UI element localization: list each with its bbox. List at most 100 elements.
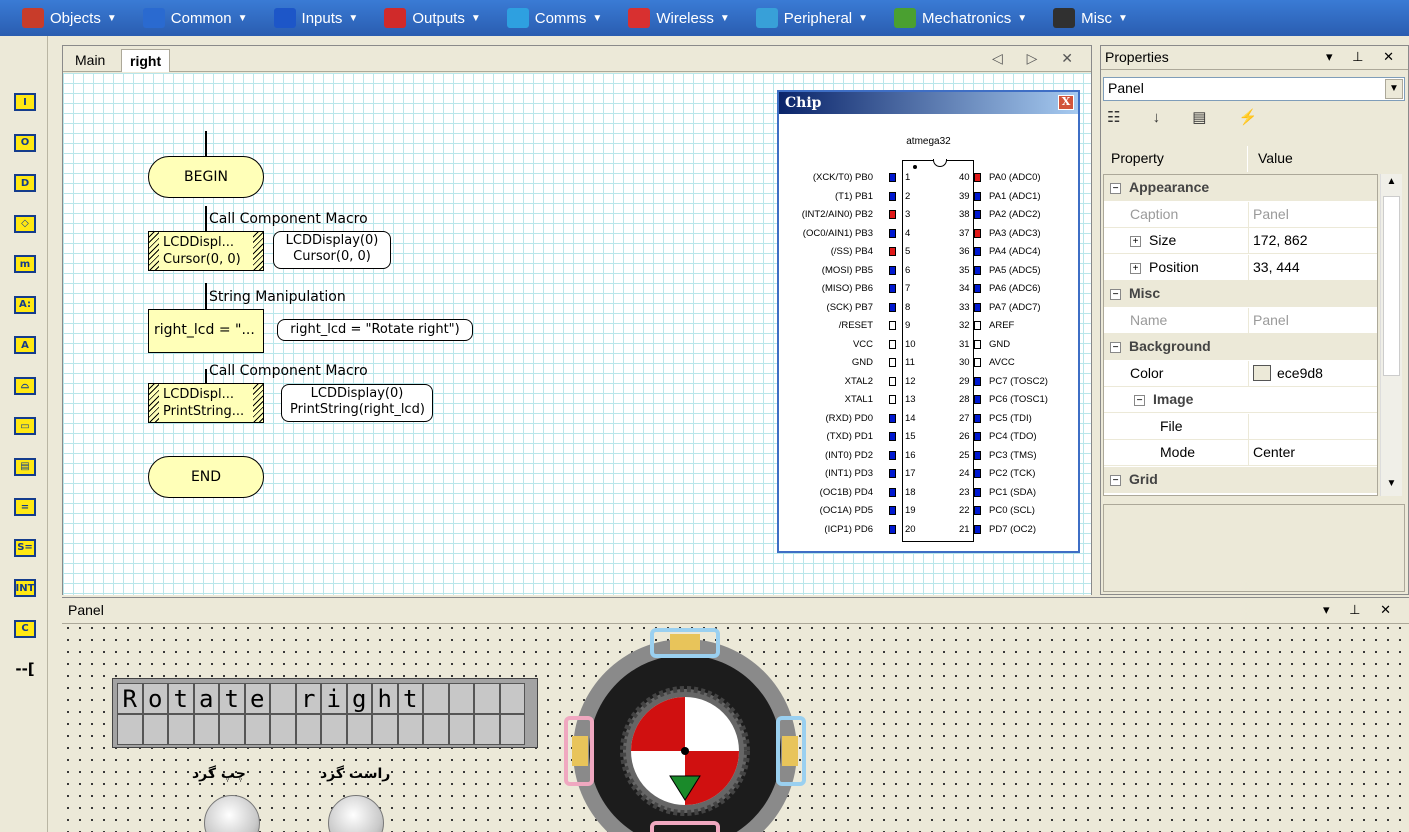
toolbar-menu-peripheral[interactable]: Peripheral ▼ <box>744 0 880 36</box>
property-grid-scrollbar[interactable]: ▲ ▼ <box>1380 174 1402 496</box>
chip-pin-9[interactable]: /RESET 9 <box>779 320 911 332</box>
expand-icon[interactable]: + <box>1130 236 1141 247</box>
property-row-file[interactable]: File <box>1104 413 1377 440</box>
chip-window[interactable]: Chip X atmega32 (XCK/T0) PB0 1 (T1) PB1 2 (I… <box>777 90 1080 553</box>
output-tool-icon[interactable]: O <box>12 131 38 155</box>
collapse-icon[interactable]: − <box>1110 183 1121 194</box>
property-row-position[interactable]: + Position 33, 444 <box>1104 254 1377 281</box>
chip-pin-8[interactable]: (SCK) PB7 8 <box>779 302 911 314</box>
property-value[interactable]: ece9d8 <box>1277 365 1323 381</box>
chip-pin-24[interactable]: 24 PC2 (TCK) <box>959 468 1077 480</box>
expand-icon[interactable]: + <box>1130 262 1141 274</box>
chip-pin-17[interactable]: (INT1) PD3 17 <box>779 468 916 480</box>
string-manipulation-icon[interactable]: right_lcd = "... <box>148 309 264 353</box>
pane-controls[interactable]: ▾ ⊥ ✕ <box>1323 602 1399 618</box>
chip-pin-27[interactable]: 27 PC5 (TDI) <box>959 413 1077 425</box>
chip-pin-31[interactable]: 31 GND <box>959 339 1077 351</box>
end-terminator[interactable]: END <box>148 456 264 498</box>
close-icon[interactable]: X <box>1058 95 1074 110</box>
property-row-size[interactable]: + Size 172, 862 <box>1104 228 1377 254</box>
input-tool-icon[interactable]: I <box>12 90 38 114</box>
chip-pin-5[interactable]: (/SS) PB4 5 <box>779 246 911 258</box>
chip-pin-23[interactable]: 23 PC1 (SDA) <box>959 487 1077 499</box>
chip-pin-25[interactable]: 25 PC3 (TMS) <box>959 450 1077 462</box>
toolbar-menu-wireless[interactable]: Wireless ▼ <box>616 0 741 36</box>
chip-pin-12[interactable]: XTAL2 12 <box>779 376 916 388</box>
scroll-up-icon[interactable]: ▲ <box>1383 176 1400 192</box>
property-row-name[interactable]: Name Panel <box>1104 307 1377 334</box>
stepper-motor-icon[interactable] <box>564 618 814 832</box>
property-value[interactable]: 33, 444 <box>1253 259 1300 275</box>
chip-pin-18[interactable]: (OC1B) PD4 18 <box>779 487 916 499</box>
color-swatch[interactable] <box>1253 364 1271 381</box>
property-row-color[interactable]: Color ece9d8 <box>1104 360 1377 387</box>
property-row-mode[interactable]: Mode Center <box>1104 440 1377 466</box>
component-macro-icon[interactable]: LCDDispl... PrintString... <box>148 383 264 423</box>
toolbar-menu-common[interactable]: Common ▼ <box>131 0 260 36</box>
jump-tool-icon[interactable]: A <box>12 333 38 357</box>
c-code-tool-icon[interactable]: C <box>12 617 38 641</box>
chip-pin-36[interactable]: 36 PA4 (ADC4) <box>959 246 1077 258</box>
chip-pin-21[interactable]: 21 PD7 (OC2) <box>959 524 1077 536</box>
chip-pin-15[interactable]: (TXD) PD1 15 <box>779 431 916 443</box>
property-value[interactable]: 172, 862 <box>1253 232 1308 248</box>
chip-pin-40[interactable]: 40 PA0 (ADC0) <box>959 172 1077 184</box>
property-row-grid[interactable]: − Grid <box>1104 466 1377 493</box>
properties-toolbar[interactable]: ☷ ↓ ▤ ⚡ <box>1107 108 1271 134</box>
property-value[interactable]: Panel <box>1253 312 1289 328</box>
toolbar-menu-objects[interactable]: Objects ▼ <box>10 0 129 36</box>
tab-main[interactable]: Main <box>67 49 113 72</box>
tab-right[interactable]: right <box>121 49 171 72</box>
property-row-appearance[interactable]: − Appearance <box>1104 175 1377 201</box>
string-tool-icon[interactable]: S= <box>12 536 38 560</box>
collapse-icon[interactable]: − <box>1110 474 1121 486</box>
property-grid[interactable]: − Appearance Caption Panel + Size 172, 862 + Pos… <box>1103 174 1378 496</box>
tab-navigation-buttons[interactable]: ◁ ▷ ✕ <box>992 50 1083 67</box>
property-row-background[interactable]: − Background <box>1104 334 1377 360</box>
chip-pin-6[interactable]: (MOSI) PB5 6 <box>779 265 911 277</box>
rotate-right-button[interactable] <box>328 795 384 832</box>
property-row-image[interactable]: − Image <box>1104 387 1377 413</box>
macro-tool-icon[interactable]: ▭ <box>12 414 38 438</box>
toolbar-menu-comms[interactable]: Comms ▼ <box>495 0 615 36</box>
toolbar-menu-mechatronics[interactable]: Mechatronics ▼ <box>882 0 1039 36</box>
chip-pin-11[interactable]: GND 11 <box>779 357 915 369</box>
object-selector[interactable]: Panel ▼ <box>1103 77 1405 101</box>
system-panel[interactable]: Panel ▾ ⊥ ✕ Rotateright چپ گرد راست گرد <box>62 597 1409 832</box>
rotate-left-button[interactable] <box>204 795 260 832</box>
property-row-misc[interactable]: − Misc <box>1104 281 1377 307</box>
property-value[interactable]: Panel <box>1253 206 1289 222</box>
collapse-icon[interactable]: − <box>1134 395 1145 406</box>
chip-pin-29[interactable]: 29 PC7 (TOSC2) <box>959 376 1077 388</box>
chip-pin-19[interactable]: (OC1A) PD5 19 <box>779 505 916 517</box>
chevron-down-icon[interactable]: ▼ <box>1385 79 1403 99</box>
delay-tool-icon[interactable]: D <box>12 171 38 195</box>
property-value[interactable]: Center <box>1253 444 1295 460</box>
property-row-caption[interactable]: Caption Panel <box>1104 201 1377 228</box>
collapse-icon[interactable]: − <box>1110 289 1121 300</box>
begin-terminator[interactable]: BEGIN <box>148 156 264 198</box>
interrupt-tool-icon[interactable]: INT <box>12 576 38 600</box>
toolbar-menu-inputs[interactable]: Inputs ▼ <box>262 0 371 36</box>
toolbar-menu-misc[interactable]: Misc ▼ <box>1041 0 1140 36</box>
decision-tool-icon[interactable]: ◇ <box>12 212 38 236</box>
toolbar-menu-outputs[interactable]: Outputs ▼ <box>372 0 492 36</box>
component-macro-icon[interactable]: LCDDispl... Cursor(0, 0) <box>148 231 264 271</box>
connection-point-tool-icon[interactable]: A: <box>12 293 38 317</box>
collapse-icon[interactable]: − <box>1110 342 1121 353</box>
chip-pin-13[interactable]: XTAL1 13 <box>779 394 916 406</box>
chip-pin-33[interactable]: 33 PA7 (ADC7) <box>959 302 1077 314</box>
chip-pin-2[interactable]: (T1) PB1 2 <box>779 191 910 203</box>
component-macro-tool-icon[interactable]: ▤ <box>12 455 38 479</box>
chip-pin-14[interactable]: (RXD) PD0 14 <box>779 413 915 425</box>
lcd-display[interactable]: Rotateright <box>112 678 538 748</box>
chip-pin-28[interactable]: 28 PC6 (TOSC1) <box>959 394 1077 406</box>
scroll-down-icon[interactable]: ▼ <box>1383 478 1400 494</box>
chip-pin-10[interactable]: VCC 10 <box>779 339 916 351</box>
calculation-tool-icon[interactable]: = <box>12 495 38 519</box>
chip-pin-35[interactable]: 35 PA5 (ADC5) <box>959 265 1077 277</box>
chip-pin-7[interactable]: (MISO) PB6 7 <box>779 283 911 295</box>
chip-pin-20[interactable]: (ICP1) PD6 20 <box>779 524 915 536</box>
chip-pin-26[interactable]: 26 PC4 (TDO) <box>959 431 1077 443</box>
chip-window-titlebar[interactable]: Chip X <box>779 92 1078 114</box>
